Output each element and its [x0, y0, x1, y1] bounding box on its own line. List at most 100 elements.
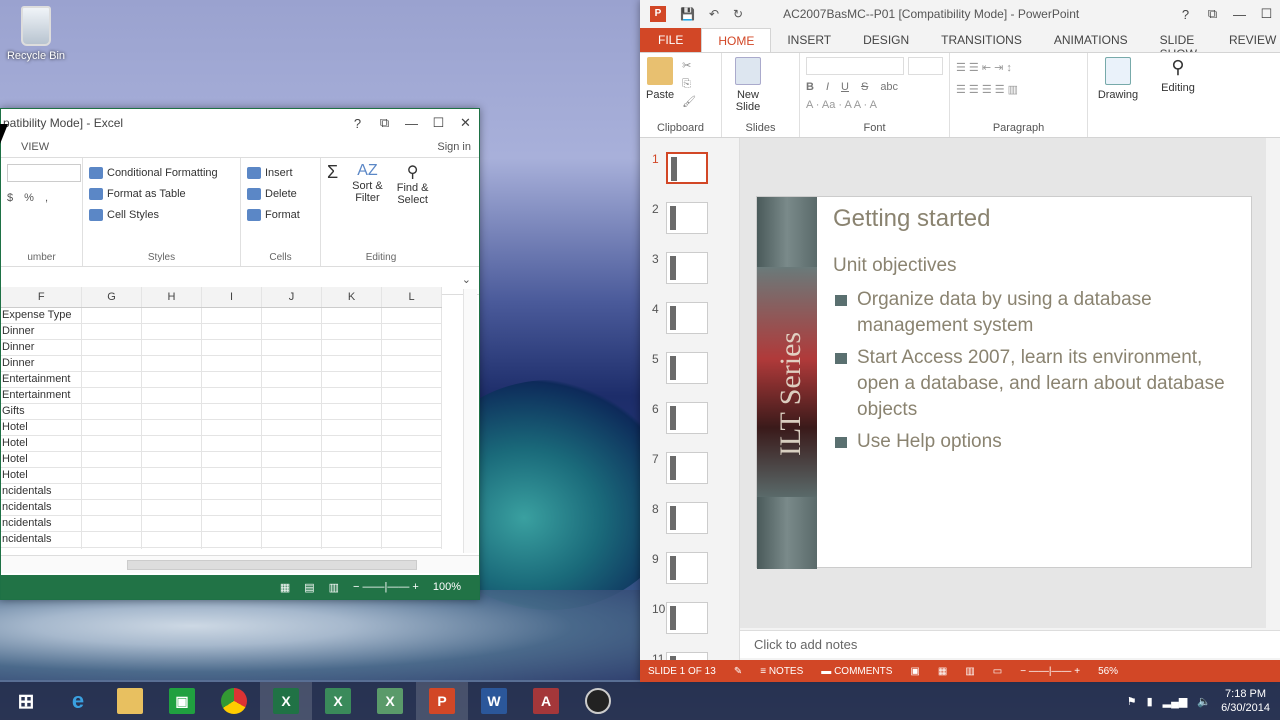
cell[interactable] — [81, 451, 142, 468]
taskbar-powerpoint[interactable]: P — [416, 682, 468, 720]
chevron-down-icon[interactable]: ⌄ — [462, 273, 471, 286]
cell[interactable] — [141, 403, 202, 420]
ppt-help-button[interactable]: ? — [1172, 7, 1199, 22]
maximize-button[interactable]: ☐ — [425, 115, 452, 131]
cell[interactable] — [261, 547, 322, 549]
tab-animations[interactable]: ANIMATIONS — [1038, 28, 1144, 52]
slide-thumbnail[interactable]: 3 — [640, 238, 739, 288]
cell[interactable] — [141, 307, 202, 324]
cell[interactable] — [261, 483, 322, 500]
slide-thumbnail[interactable]: 8 — [640, 488, 739, 538]
taskbar-ie[interactable]: e — [52, 682, 104, 720]
cell[interactable] — [381, 435, 442, 452]
tab-home[interactable]: HOME — [701, 28, 772, 52]
help-button[interactable]: ? — [344, 116, 371, 131]
cell[interactable]: Dinner — [1, 323, 82, 340]
notes-button[interactable]: ≡ NOTES — [760, 666, 803, 677]
ppt-zoom-level[interactable]: 56% — [1098, 666, 1118, 677]
table-row[interactable]: Entertainment — [1, 371, 442, 388]
slide-bullet-list[interactable]: Organize data by using a database manage… — [833, 287, 1233, 461]
cell[interactable] — [201, 435, 262, 452]
tab-review[interactable]: REVIEW — [1213, 28, 1280, 52]
format-button[interactable]: Format — [247, 204, 314, 225]
cell[interactable] — [201, 307, 262, 324]
cell[interactable] — [261, 403, 322, 420]
page-break-icon[interactable]: ▥ — [329, 581, 339, 594]
paragraph-icons[interactable]: ☰ ☰ ⇤ ⇥ ↕ ☰ ☰ ☰ ☰ ▥ — [956, 57, 1081, 101]
cell[interactable] — [321, 467, 382, 484]
slide-thumbnail-image[interactable] — [666, 402, 708, 434]
table-row[interactable]: Entertainment — [1, 387, 442, 404]
cell[interactable] — [201, 531, 262, 548]
sheet-body[interactable]: Expense Type Dinner Dinner Dinner Entertainm… — [1, 307, 442, 549]
slide-thumbnail[interactable]: 7 — [640, 438, 739, 488]
tab-slide-show[interactable]: SLIDE SHOW — [1144, 28, 1213, 61]
cell[interactable] — [141, 387, 202, 404]
current-slide[interactable]: ILT Series Getting started Unit objectiv… — [756, 196, 1252, 569]
cell[interactable] — [261, 515, 322, 532]
column-header[interactable]: H — [141, 287, 202, 308]
cell[interactable] — [261, 435, 322, 452]
column-header[interactable]: F — [1, 287, 82, 308]
excel-titlebar[interactable]: patibility Mode] - Excel ? ⧉ — ☐ ✕ — [1, 109, 479, 137]
ppt-zoom-slider[interactable]: − ——|—— + — [1020, 666, 1080, 677]
notes-pane[interactable]: Click to add notes — [740, 630, 1280, 658]
table-row[interactable]: Gifts — [1, 403, 442, 420]
network-icon[interactable]: ▂▄▆ — [1163, 695, 1188, 708]
font-color-icons[interactable]: A · Aa · A A · A — [806, 99, 943, 111]
cell[interactable]: Dinner — [1, 339, 82, 356]
cell[interactable] — [381, 371, 442, 388]
slide-thumbnail[interactable]: 6 — [640, 388, 739, 438]
taskbar-chrome[interactable] — [208, 682, 260, 720]
cell[interactable] — [261, 323, 322, 340]
cell[interactable] — [321, 483, 382, 500]
cell[interactable] — [261, 339, 322, 356]
cell[interactable] — [201, 371, 262, 388]
cell[interactable] — [261, 451, 322, 468]
cell[interactable] — [321, 451, 382, 468]
cell[interactable]: ncidentals — [1, 531, 82, 548]
cell[interactable] — [141, 371, 202, 388]
cell[interactable] — [141, 547, 202, 549]
battery-icon[interactable]: ▮ — [1147, 695, 1153, 708]
autosum-icon[interactable]: Σ — [327, 162, 338, 206]
cell[interactable] — [81, 499, 142, 516]
minimize-button[interactable]: — — [398, 116, 425, 131]
tab-file[interactable]: FILE — [640, 28, 702, 52]
sheet-table[interactable]: FGHIJKL Expense Type Dinner Dinner Dinner En… — [1, 287, 442, 549]
cell[interactable] — [201, 467, 262, 484]
slide-thumbnail-image[interactable] — [666, 502, 708, 534]
cell[interactable]: Expense Type — [1, 307, 82, 324]
cell[interactable]: Gifts — [1, 403, 82, 420]
cell[interactable]: Entertainment — [1, 387, 82, 404]
cell[interactable] — [261, 307, 322, 324]
cell[interactable]: ncidentals — [1, 515, 82, 532]
cell[interactable]: Hotel — [1, 451, 82, 468]
cell[interactable] — [141, 435, 202, 452]
cell[interactable] — [201, 483, 262, 500]
taskbar-excel-2[interactable]: X — [312, 682, 364, 720]
sort-filter-button[interactable]: AZ Sort & Filter — [352, 162, 383, 206]
cell[interactable]: Dinner — [1, 355, 82, 372]
zoom-level[interactable]: 100% — [433, 581, 461, 593]
slide-thumbnails[interactable]: 1 2 3 4 5 6 7 8 9 10 11 — [640, 138, 740, 660]
underline-button[interactable]: U — [841, 81, 849, 93]
slide-thumbnail[interactable]: 2 — [640, 188, 739, 238]
slide-sorter-button[interactable]: ▦ — [938, 666, 947, 677]
cell[interactable]: Hotel — [1, 467, 82, 484]
conditional-formatting-button[interactable]: Conditional Formatting — [89, 162, 234, 183]
slide-editor[interactable]: ILT Series Getting started Unit objectiv… — [740, 138, 1266, 628]
tab-view[interactable]: VIEW — [21, 141, 49, 153]
cell[interactable] — [81, 323, 142, 340]
column-header[interactable]: I — [201, 287, 262, 308]
cell[interactable] — [141, 531, 202, 548]
column-header[interactable]: K — [321, 287, 382, 308]
cell[interactable] — [81, 515, 142, 532]
slide-thumbnail-image[interactable] — [666, 352, 708, 384]
font-size-dropdown[interactable] — [907, 57, 943, 75]
cell[interactable] — [81, 403, 142, 420]
taskbar-excel-3[interactable]: X — [364, 682, 416, 720]
tab-insert[interactable]: INSERT — [771, 28, 847, 52]
cell[interactable] — [81, 371, 142, 388]
new-slide-button[interactable]: New Slide — [728, 57, 768, 113]
